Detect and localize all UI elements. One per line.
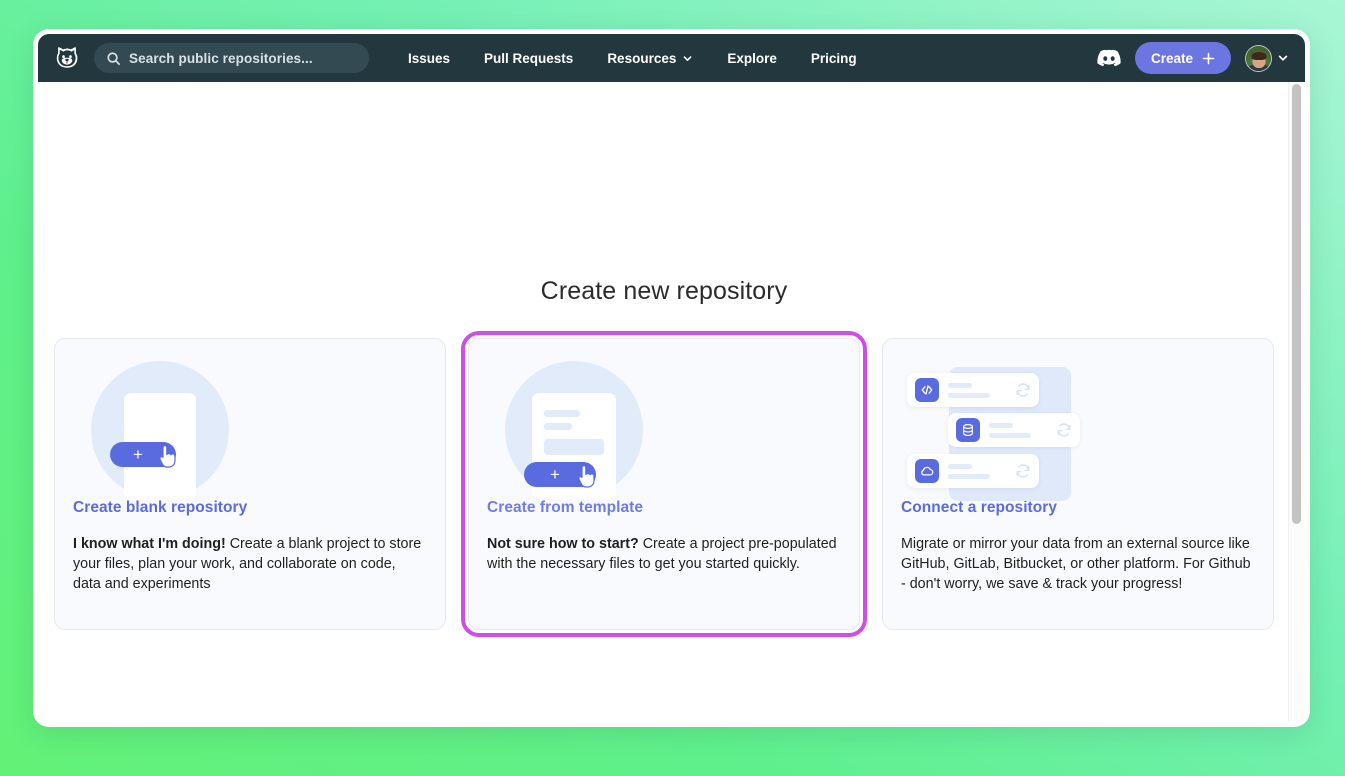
avatar[interactable] <box>1245 45 1272 72</box>
template-document-with-add-button-icon: + <box>487 361 841 481</box>
card-title: Connect a repository <box>901 499 1255 517</box>
nav-link-issues[interactable]: Issues <box>391 45 467 72</box>
placeholder-bars <box>948 383 1006 398</box>
chevron-down-icon <box>682 53 693 64</box>
vertical-scrollbar[interactable] <box>1288 82 1303 722</box>
connect-source-row <box>907 373 1039 407</box>
page-content: Create new repository + <box>38 82 1290 722</box>
chevron-down-icon <box>1277 52 1289 64</box>
create-button[interactable]: Create <box>1135 42 1231 74</box>
connect-repository-sources-icon <box>901 361 1255 481</box>
card-create-blank-repository[interactable]: + Create blank repository I know what I'… <box>54 338 446 630</box>
placeholder-bars <box>948 464 1006 479</box>
nav-link-label: Explore <box>727 51 777 66</box>
search-placeholder-text: Search public repositories... <box>129 51 313 66</box>
card-description-strong: Not sure how to start? <box>487 536 639 552</box>
nav-link-label: Pricing <box>811 51 857 66</box>
database-icon <box>956 418 980 442</box>
search-icon <box>106 51 121 66</box>
card-connect-a-repository[interactable]: Connect a repository Migrate or mirror y… <box>882 338 1274 630</box>
page-viewport: Create new repository + <box>38 82 1305 722</box>
sync-icon <box>1015 463 1031 479</box>
card-description-strong: I know what I'm doing! <box>73 536 226 552</box>
discord-icon[interactable] <box>1097 49 1121 68</box>
primary-nav-links: Issues Pull Requests Resources Explore P… <box>391 45 874 72</box>
nav-link-explore[interactable]: Explore <box>710 45 794 72</box>
card-description: Not sure how to start? Create a project … <box>487 534 841 574</box>
nav-link-pricing[interactable]: Pricing <box>794 45 874 72</box>
create-button-label: Create <box>1151 51 1193 66</box>
cloud-icon <box>915 459 939 483</box>
search-input[interactable]: Search public repositories... <box>94 43 369 73</box>
card-description: Migrate or mirror your data from an exte… <box>901 534 1255 594</box>
card-description-rest: Migrate or mirror your data from an exte… <box>901 536 1251 592</box>
browser-window: Search public repositories... Issues Pul… <box>33 29 1310 727</box>
card-title: Create from template <box>487 499 841 517</box>
card-description: I know what I'm doing! Create a blank pr… <box>73 534 427 594</box>
connect-source-row <box>907 454 1039 488</box>
page-title: Create new repository <box>38 277 1290 306</box>
plus-icon <box>1202 52 1215 65</box>
blank-document-with-add-button-icon: + <box>73 361 427 481</box>
nav-right-actions: Create <box>1097 42 1289 74</box>
card-title: Create blank repository <box>73 499 427 517</box>
repository-creation-options: + Create blank repository I know what I'… <box>38 338 1290 630</box>
sync-icon <box>1015 382 1031 398</box>
card-create-from-template-wrapper: + Create from template Not sure how to s… <box>468 338 860 630</box>
bulldog-logo-icon[interactable] <box>50 41 84 75</box>
top-navigation-bar: Search public repositories... Issues Pul… <box>38 34 1305 82</box>
code-brackets-icon <box>915 378 939 402</box>
nav-link-pull-requests[interactable]: Pull Requests <box>467 45 590 72</box>
nav-link-label: Resources <box>607 51 676 66</box>
nav-link-label: Pull Requests <box>484 51 573 66</box>
sync-icon <box>1056 422 1072 438</box>
connect-source-row <box>948 413 1080 447</box>
card-create-from-template[interactable]: + Create from template Not sure how to s… <box>468 338 860 630</box>
placeholder-bars <box>989 423 1047 438</box>
user-menu[interactable] <box>1245 45 1289 72</box>
nav-link-label: Issues <box>408 51 450 66</box>
card-connect-a-repository-wrapper: Connect a repository Migrate or mirror y… <box>882 338 1274 630</box>
card-create-blank-repository-wrapper: + Create blank repository I know what I'… <box>54 338 446 630</box>
nav-link-resources[interactable]: Resources <box>590 45 710 72</box>
scrollbar-thumb[interactable] <box>1292 84 1301 524</box>
